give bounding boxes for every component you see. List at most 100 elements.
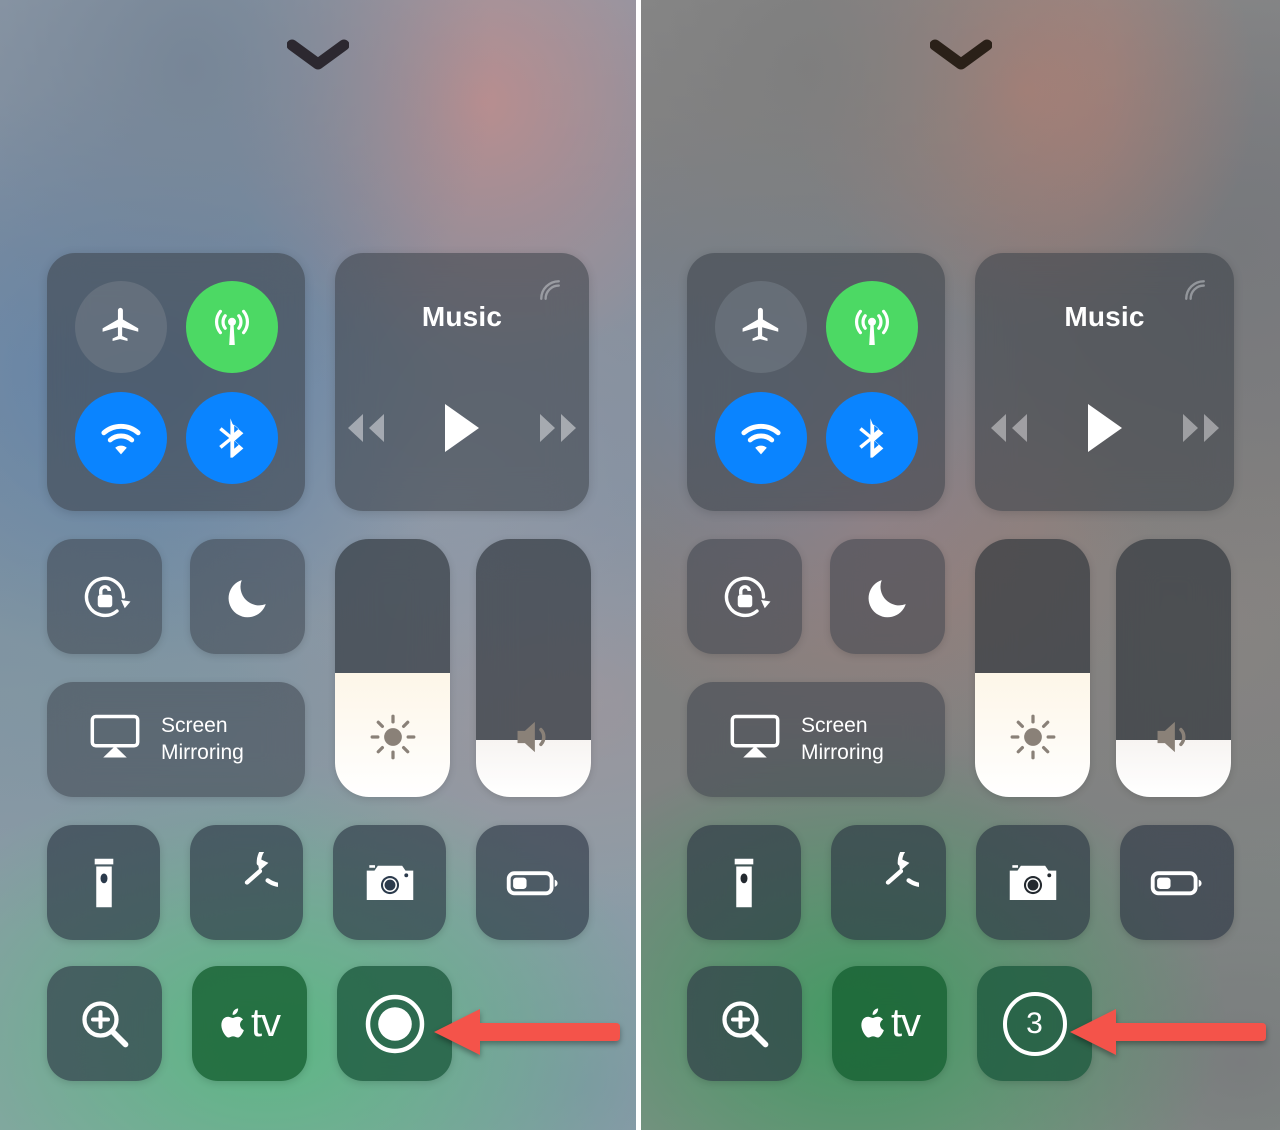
timer-icon (886, 851, 920, 887)
apple-tv-label: tv (890, 1001, 921, 1045)
moon-icon (868, 579, 906, 617)
moon-icon (228, 579, 266, 617)
low-power-mode-button[interactable] (476, 825, 589, 940)
cellular-data-toggle[interactable] (185, 280, 278, 373)
do-not-disturb-toggle[interactable] (190, 539, 305, 654)
screen-mirroring-button[interactable]: Screen Mirroring (687, 682, 945, 797)
brightness-slider[interactable] (975, 539, 1090, 797)
volume-slider[interactable] (476, 539, 591, 797)
music-title: Music (421, 301, 503, 332)
rotation-lock-toggle[interactable] (687, 539, 802, 654)
rewind-icon[interactable] (341, 411, 389, 450)
sun-icon (335, 711, 450, 763)
music-card[interactable]: Music (975, 253, 1234, 511)
slider-group (335, 539, 591, 797)
magnifier-plus-icon (81, 1000, 128, 1047)
music-card[interactable]: Music (335, 253, 589, 511)
control-center-panel-before: Music Screen Mirroring tv (0, 0, 636, 1130)
rotation-lock-toggle[interactable] (47, 539, 162, 654)
flashlight-button[interactable] (47, 825, 160, 940)
apple-tv-label: tv (250, 1001, 281, 1045)
music-title: Music (1064, 301, 1145, 332)
camera-icon (1009, 864, 1056, 900)
control-center-panel-after: Music Screen Mirroring tv 3 (641, 0, 1280, 1130)
mirror-line1: Screen (801, 714, 868, 738)
control-center-grid-right: Music Screen Mirroring tv 3 (687, 253, 1234, 1081)
row-utility-tiles (687, 825, 1234, 940)
airplane-icon (102, 307, 138, 341)
airplane-icon (742, 307, 778, 341)
row-connectivity-media: Music (687, 253, 1234, 511)
cellular-antenna-icon (214, 309, 249, 345)
wifi-icon (100, 423, 141, 454)
music-transport-controls (341, 402, 583, 459)
timer-button[interactable] (831, 825, 946, 940)
annotation-arrow-left-panel (430, 1003, 620, 1061)
camera-button[interactable] (333, 825, 446, 940)
mirror-line1: Screen (161, 714, 228, 738)
airplane-mode-toggle[interactable] (714, 280, 807, 373)
magnifier-button[interactable] (687, 966, 802, 1081)
timer-button[interactable] (190, 825, 303, 940)
magnifier-button[interactable] (47, 966, 162, 1081)
mirror-line2: Mirroring (801, 740, 884, 764)
slider-group (975, 539, 1234, 797)
brightness-slider[interactable] (335, 539, 450, 797)
rewind-icon[interactable] (984, 411, 1032, 450)
annotation-arrow-right-panel (1066, 1003, 1266, 1061)
screen-mirroring-label: Screen Mirroring (161, 713, 244, 766)
flashlight-button[interactable] (687, 825, 802, 940)
apple-tv-icon: tv (219, 1001, 281, 1046)
fast-forward-icon[interactable] (535, 411, 583, 450)
speaker-icon (476, 711, 591, 763)
rotation-lock-icon (84, 576, 130, 617)
small-toggles (687, 539, 945, 654)
airplay-audio-icon[interactable] (1180, 275, 1210, 310)
battery-icon (506, 870, 558, 895)
low-power-mode-button[interactable] (1119, 825, 1234, 940)
wifi-toggle[interactable] (714, 391, 807, 484)
music-transport-controls (984, 402, 1226, 459)
row-toggles-sliders: Screen Mirroring (47, 539, 591, 797)
wifi-icon (740, 423, 781, 454)
screen-mirroring-button[interactable]: Screen Mirroring (47, 682, 305, 797)
row-utility-tiles (47, 825, 589, 940)
bluetooth-toggle[interactable] (185, 391, 278, 484)
airplay-audio-icon[interactable] (535, 275, 565, 310)
camera-icon (366, 864, 413, 900)
countdown-icon: 3 (1002, 991, 1067, 1056)
side-by-side-comparison: Music Screen Mirroring tv Music Screen M… (0, 0, 1280, 1130)
mirror-line2: Mirroring (161, 740, 244, 764)
airplane-mode-toggle[interactable] (74, 280, 167, 373)
magnifier-plus-icon (721, 1000, 768, 1047)
bluetooth-toggle[interactable] (825, 391, 918, 484)
control-center-grid-left: Music Screen Mirroring tv (47, 253, 591, 1081)
rotation-lock-icon (724, 576, 770, 617)
bluetooth-icon (218, 417, 243, 458)
airplay-screen-icon (87, 713, 143, 766)
cellular-antenna-icon (854, 309, 889, 345)
camera-button[interactable] (975, 825, 1090, 940)
screen-mirroring-label: Screen Mirroring (801, 713, 884, 766)
row-toggles-sliders: Screen Mirroring (687, 539, 1234, 797)
do-not-disturb-toggle[interactable] (830, 539, 945, 654)
flashlight-icon (94, 858, 113, 907)
fast-forward-icon[interactable] (1178, 411, 1226, 450)
volume-slider[interactable] (1116, 539, 1231, 797)
chevron-down-icon[interactable] (287, 38, 349, 72)
apple-tv-remote-button[interactable]: tv (192, 966, 307, 1081)
cellular-data-toggle[interactable] (825, 280, 918, 373)
sun-icon (975, 711, 1090, 763)
airplay-screen-icon (727, 713, 783, 766)
connectivity-card (47, 253, 305, 511)
play-icon[interactable] (441, 402, 483, 459)
record-icon (365, 994, 424, 1053)
apple-tv-remote-button[interactable]: tv (832, 966, 947, 1081)
small-toggles (47, 539, 305, 654)
play-icon[interactable] (1084, 402, 1126, 459)
wifi-toggle[interactable] (74, 391, 167, 484)
battery-icon (1150, 870, 1202, 895)
countdown-value: 3 (1026, 1006, 1043, 1040)
chevron-down-icon[interactable] (929, 38, 992, 72)
apple-tv-icon: tv (859, 1001, 921, 1046)
